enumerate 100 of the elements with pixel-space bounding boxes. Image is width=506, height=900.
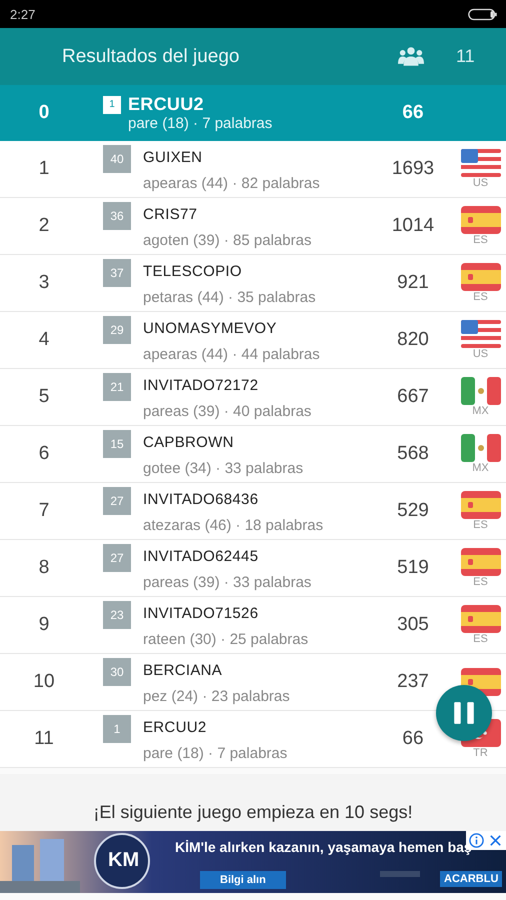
player-row[interactable]: 11 1 ERCUU2 pare (18) · 7 palabras 66 TR [0, 711, 506, 768]
player-row[interactable]: 5 21 INVITADO72172 pareas (39) · 40 palabras 667 MX [0, 369, 506, 426]
country-code: TR [473, 747, 488, 759]
level-badge: 15 [103, 430, 131, 458]
player-name: ERCUU2 [143, 718, 206, 736]
rank-number: 0 [38, 102, 50, 124]
player-row[interactable]: 1 40 GUIXEN apearas (44) · 82 palabras 1693 US [0, 141, 506, 198]
rank-number: 1 [38, 158, 50, 180]
player-score: 568 [396, 443, 430, 465]
level-badge: 21 [103, 372, 131, 400]
rank-number: 11 [33, 728, 55, 750]
player-name: ERCUU2 [128, 94, 204, 115]
rank-number: 2 [38, 215, 50, 237]
word-stats: apearas (44) · 82 palabras [142, 174, 321, 192]
player-row[interactable]: 4 29 UNOMASYMEVOY apearas (44) · 44 palabras 820 US [0, 312, 506, 369]
country-code: ES [473, 234, 488, 246]
country-code: US [472, 348, 488, 360]
rank-number: 9 [38, 614, 50, 636]
player-row[interactable]: 7 27 INVITADO68436 atezaras (46) · 18 palabras 529 ES [0, 483, 506, 540]
word-stats: pare (18) · 7 palabras [127, 115, 274, 132]
word-stats: atezaras (46) · 18 palabras [142, 516, 324, 534]
word-stats: petaras (44) · 35 palabras [142, 288, 317, 306]
player-score: 519 [396, 557, 430, 579]
player-count: 11 [456, 46, 476, 67]
country-code: MX [472, 405, 489, 417]
level-badge: 27 [103, 486, 131, 514]
rank-number: 6 [38, 443, 50, 465]
word-stats: apearas (44) · 44 palabras [142, 346, 321, 362]
rank-number: 5 [38, 386, 50, 408]
country-code: US [472, 177, 488, 189]
player-name: CRIS77 [143, 204, 198, 222]
level-badge: 36 [103, 202, 131, 230]
level-badge: 27 [103, 544, 131, 572]
countdown-message: ¡El siguiente juego empieza en 10 segs! [93, 802, 413, 823]
word-stats: pez (24) · 23 palabras [142, 688, 291, 704]
level-badge: 29 [103, 316, 131, 344]
flag-icon [460, 206, 500, 234]
word-stats: pareas (39) · 33 palabras [142, 574, 312, 590]
ad-logo: KM [108, 849, 140, 872]
player-name: INVITADO68436 [143, 490, 258, 508]
ad-brand: ACARBLU [440, 871, 502, 887]
level-badge: 23 [103, 600, 131, 628]
country-code: ES [473, 519, 488, 531]
flag-icon [460, 491, 500, 519]
player-name: UNOMASYMEVOY [143, 318, 277, 336]
player-score: 237 [396, 671, 430, 693]
player-name: CAPBROWN [143, 432, 234, 450]
player-score: 921 [396, 272, 430, 294]
player-name: GUIXEN [143, 148, 202, 166]
word-stats: gotee (34) · 33 palabras [142, 460, 304, 476]
level-badge: 1 [103, 714, 131, 742]
word-stats: pare (18) · 7 palabras [142, 744, 288, 762]
level-badge: 30 [103, 658, 131, 686]
group-icon[interactable] [398, 46, 424, 67]
country-code: ES [473, 291, 488, 303]
flag-icon [460, 605, 500, 633]
player-name: TELESCOPIO [143, 262, 242, 280]
player-score: 305 [396, 614, 430, 636]
country-code: ES [473, 576, 488, 588]
flag-icon [460, 149, 500, 177]
rank-number: 3 [38, 272, 50, 294]
player-row[interactable]: 9 23 INVITADO71526 rateen (30) · 25 palabras 305 ES [0, 597, 506, 654]
player-row[interactable]: 10 30 BERCIANA pez (24) · 23 palabras 237 [0, 654, 506, 711]
country-code: MX [472, 462, 489, 474]
level-badge: 37 [103, 258, 131, 286]
status-time: 2:27 [10, 6, 36, 22]
player-row[interactable]: 8 27 INVITADO62445 pareas (39) · 33 palabras 519 ES [0, 540, 506, 597]
player-name: INVITADO62445 [143, 546, 258, 564]
player-name: INVITADO72172 [143, 376, 258, 394]
player-name: BERCIANA [143, 660, 222, 678]
player-row[interactable]: 6 15 CAPBROWN gotee (34) · 33 palabras 568 MX [0, 426, 506, 483]
rank-number: 7 [38, 500, 50, 522]
player-score: 820 [396, 329, 430, 351]
word-stats: pareas (39) · 40 palabras [142, 402, 312, 420]
info-icon[interactable] [469, 833, 484, 848]
battery-icon [468, 8, 498, 20]
country-code: ES [473, 633, 488, 645]
flag-icon [460, 377, 500, 405]
player-score: 667 [396, 386, 430, 408]
close-icon[interactable] [488, 833, 503, 848]
screen-title: Resultados del juego [62, 46, 240, 68]
flag-icon [460, 320, 500, 348]
flag-icon [460, 263, 500, 291]
word-stats: rateen (30) · 25 palabras [142, 630, 310, 648]
flag-icon [460, 434, 500, 462]
player-score: 1693 [390, 158, 436, 180]
level-badge: 40 [103, 144, 131, 172]
word-stats: agoten (39) · 85 palabras [142, 232, 312, 248]
rank-number: 10 [32, 671, 56, 693]
level-badge: 1 [103, 96, 121, 114]
rank-number: 8 [38, 557, 50, 579]
player-score: 529 [396, 500, 430, 522]
ad-cta-button[interactable]: Bilgi alın [200, 871, 286, 889]
player-row[interactable]: 3 37 TELESCOPIO petaras (44) · 35 palabras 921 ES [0, 255, 506, 312]
pause-icon [453, 701, 475, 725]
rank-number: 4 [38, 329, 50, 351]
player-score: 66 [401, 728, 425, 750]
player-score: 66 [401, 102, 425, 124]
player-name: INVITADO71526 [143, 604, 258, 622]
player-row[interactable]: 2 36 CRIS77 agoten (39) · 85 palabras 1014 ES [0, 198, 506, 255]
